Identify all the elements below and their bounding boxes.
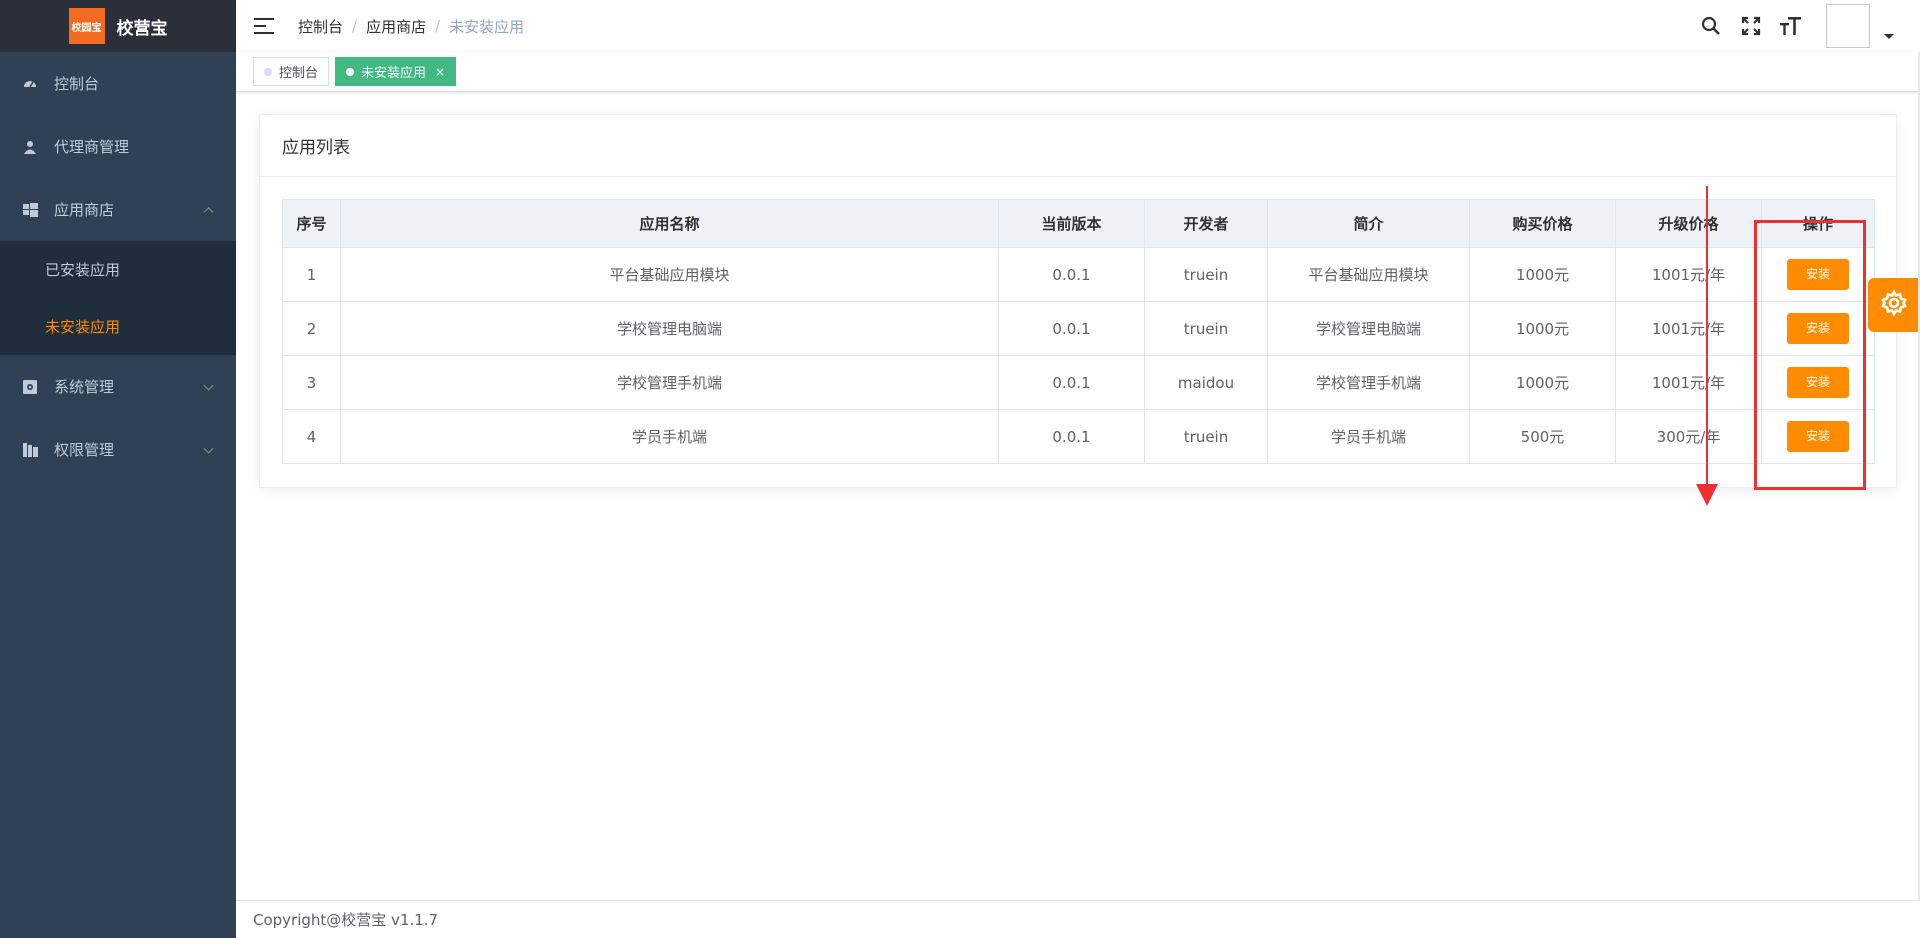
annotation-highlight-box xyxy=(1754,220,1866,490)
top-navbar: 控制台 / 应用商店 / 未安装应用 xyxy=(236,0,1920,52)
sidebar-item-agents[interactable]: 代理商管理 xyxy=(0,115,236,178)
cell-version: 0.0.1 xyxy=(998,247,1145,302)
cell-index: 1 xyxy=(282,247,341,302)
annotation-arrow-head xyxy=(1696,484,1718,506)
cell-version: 0.0.1 xyxy=(998,301,1145,356)
app-table-wrapper: 序号 应用名称 当前版本 开发者 简介 购买价格 升级价格 操作 1 平台基础应… xyxy=(282,199,1875,464)
cell-developer: truein xyxy=(1144,247,1268,302)
close-icon[interactable]: × xyxy=(435,65,445,79)
cell-upgrade-price: 1001元/年 xyxy=(1615,301,1762,356)
cell-price: 1000元 xyxy=(1469,355,1616,410)
cell-index: 3 xyxy=(282,355,341,410)
app-store-submenu: 已安装应用 未安装应用 xyxy=(0,241,236,355)
search-icon[interactable] xyxy=(1700,15,1722,37)
footer: Copyright@校营宝 v1.1.7 xyxy=(236,900,1920,938)
header-right-menu xyxy=(1700,0,1894,52)
cell-intro: 平台基础应用模块 xyxy=(1267,247,1470,302)
avatar[interactable] xyxy=(1826,4,1870,48)
caret-down-icon[interactable] xyxy=(1884,33,1894,39)
tag-uninstalled-apps[interactable]: 未安装应用 × xyxy=(335,57,457,86)
breadcrumb-separator: / xyxy=(435,17,441,35)
sidebar-item-app-store[interactable]: 应用商店 xyxy=(0,178,236,241)
cell-developer: truein xyxy=(1144,301,1268,356)
chevron-up-icon xyxy=(203,206,214,217)
chevron-down-icon xyxy=(203,443,214,454)
table-row: 1 平台基础应用模块 0.0.1 truein 平台基础应用模块 1000元 1… xyxy=(282,247,1875,302)
gear-icon xyxy=(1880,289,1908,321)
sidebar-item-uninstalled-apps[interactable]: 未安装应用 xyxy=(0,298,236,355)
tag-dot-icon xyxy=(264,67,272,76)
breadcrumb-app-store[interactable]: 应用商店 xyxy=(366,16,426,37)
table-row: 4 学员手机端 0.0.1 truein 学员手机端 500元 300元/年 安… xyxy=(282,409,1875,464)
cell-intro: 学员手机端 xyxy=(1267,409,1470,464)
breadcrumb: 控制台 / 应用商店 / 未安装应用 xyxy=(298,16,524,37)
cell-index: 4 xyxy=(282,409,341,464)
app-list-card: 应用列表 序号 应用名称 当前版本 开发者 简介 购买价格 升级价格 操作 1 … xyxy=(259,114,1897,488)
font-size-icon[interactable] xyxy=(1780,15,1802,37)
cell-price: 1000元 xyxy=(1469,247,1616,302)
tag-label: 未安装应用 xyxy=(361,66,427,81)
column-header: 当前版本 xyxy=(998,199,1145,248)
logo-image: 校园宝 xyxy=(68,8,105,44)
chevron-down-icon xyxy=(203,380,214,391)
cell-name: 学校管理电脑端 xyxy=(340,301,999,356)
dashboard-icon xyxy=(22,76,38,92)
sidebar-item-system[interactable]: 系统管理 xyxy=(0,355,236,418)
tag-dot-icon xyxy=(346,67,355,76)
tag-dashboard[interactable]: 控制台 xyxy=(253,57,330,86)
permission-icon xyxy=(22,442,38,458)
sidebar-item-permissions[interactable]: 权限管理 xyxy=(0,418,236,481)
sidebar-item-installed-apps[interactable]: 已安装应用 xyxy=(0,241,236,298)
sidebar-item-label: 代理商管理 xyxy=(54,138,130,156)
breadcrumb-separator: / xyxy=(352,17,358,35)
user-icon xyxy=(22,139,38,155)
sidebar-item-label: 系统管理 xyxy=(54,378,115,396)
app-table: 序号 应用名称 当前版本 开发者 简介 购买价格 升级价格 操作 1 平台基础应… xyxy=(282,199,1875,464)
cell-name: 学员手机端 xyxy=(340,409,999,464)
column-header: 升级价格 xyxy=(1615,199,1762,248)
column-header: 开发者 xyxy=(1144,199,1268,248)
sidebar-item-label: 权限管理 xyxy=(54,441,115,459)
cell-version: 0.0.1 xyxy=(998,409,1145,464)
card-title: 应用列表 xyxy=(260,115,1896,177)
cell-upgrade-price: 300元/年 xyxy=(1615,409,1762,464)
breadcrumb-dashboard[interactable]: 控制台 xyxy=(298,16,343,37)
cell-intro: 学校管理手机端 xyxy=(1267,355,1470,410)
cell-name: 平台基础应用模块 xyxy=(340,247,999,302)
column-header: 应用名称 xyxy=(340,199,999,248)
cell-intro: 学校管理电脑端 xyxy=(1267,301,1470,356)
settings-float-button[interactable] xyxy=(1868,278,1920,332)
sidebar-item-label: 应用商店 xyxy=(54,201,115,219)
sidebar: 校园宝 校营宝 控制台 代理商管理 应用商店 已安装应用 未安装应用 系统管理 xyxy=(0,0,236,938)
logo-title: 校营宝 xyxy=(116,18,168,39)
column-header: 购买价格 xyxy=(1469,199,1616,248)
tags-view: 控制台 未安装应用 × xyxy=(236,52,1920,92)
sidebar-item-label: 控制台 xyxy=(54,75,100,93)
cell-version: 0.0.1 xyxy=(998,355,1145,410)
cell-upgrade-price: 1001元/年 xyxy=(1615,247,1762,302)
table-row: 2 学校管理电脑端 0.0.1 truein 学校管理电脑端 1000元 100… xyxy=(282,301,1875,356)
settings-box-icon xyxy=(22,379,38,395)
column-header: 序号 xyxy=(282,199,341,248)
hamburger-icon[interactable] xyxy=(254,18,274,34)
breadcrumb-current: 未安装应用 xyxy=(449,17,525,36)
cell-price: 1000元 xyxy=(1469,301,1616,356)
cell-upgrade-price: 1001元/年 xyxy=(1615,355,1762,410)
cell-price: 500元 xyxy=(1469,409,1616,464)
sidebar-logo[interactable]: 校园宝 校营宝 xyxy=(0,0,236,52)
tag-label: 控制台 xyxy=(279,66,319,81)
cell-developer: truein xyxy=(1144,409,1268,464)
cell-developer: maidou xyxy=(1144,355,1268,410)
annotation-arrow-line xyxy=(1706,186,1708,486)
windows-icon xyxy=(22,202,38,218)
sidebar-item-dashboard[interactable]: 控制台 xyxy=(0,52,236,115)
table-row: 3 学校管理手机端 0.0.1 maidou 学校管理手机端 1000元 100… xyxy=(282,355,1875,410)
table-header-row: 序号 应用名称 当前版本 开发者 简介 购买价格 升级价格 操作 xyxy=(282,199,1875,248)
cell-index: 2 xyxy=(282,301,341,356)
fullscreen-icon[interactable] xyxy=(1740,15,1762,37)
cell-name: 学校管理手机端 xyxy=(340,355,999,410)
column-header: 简介 xyxy=(1267,199,1470,248)
